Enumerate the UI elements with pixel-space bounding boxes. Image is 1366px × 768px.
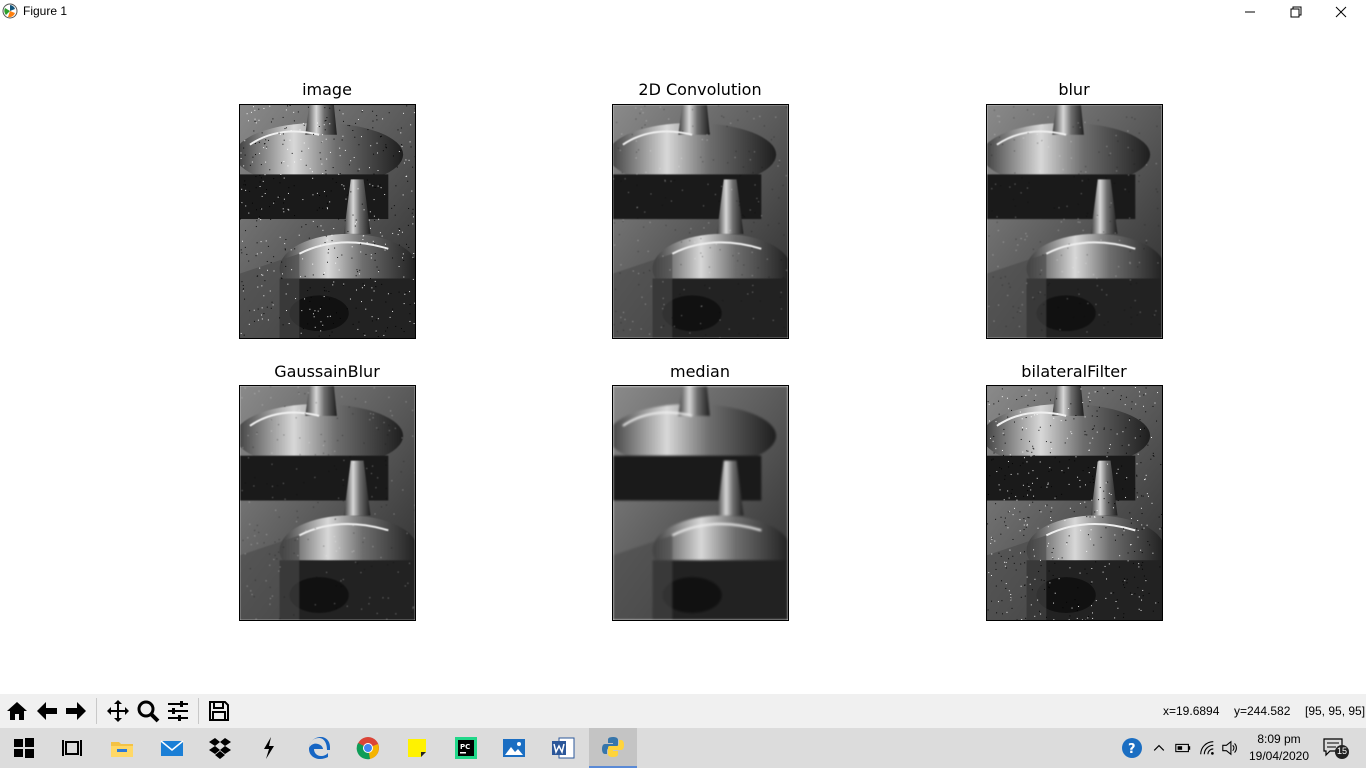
taskbar-edge[interactable] [295, 728, 343, 768]
close-button[interactable] [1318, 0, 1364, 24]
svg-text:PC: PC [460, 743, 470, 751]
taskbar-file-explorer[interactable] [98, 728, 146, 768]
task-view-icon [62, 740, 82, 756]
restore-button[interactable] [1273, 0, 1319, 24]
navigation-toolbar: x=19.6894 y=244.582 [95, 95, 95] [0, 694, 1366, 728]
image-panel [240, 105, 415, 338]
forward-button[interactable] [62, 697, 90, 725]
image-panel [613, 386, 788, 620]
task-view-button[interactable] [48, 728, 96, 768]
window-title-bar: Figure 1 [0, 0, 1366, 24]
axes-median[interactable] [612, 385, 789, 621]
configure-subplots-button[interactable] [164, 697, 192, 725]
chrome-icon [356, 737, 379, 760]
taskbar-mail[interactable] [148, 728, 196, 768]
notification-count-badge: 15 [1336, 746, 1347, 756]
taskbar-chrome[interactable] [344, 728, 392, 768]
windows-taskbar: PC ? 8:09 pm 19/04/2020 15 [0, 728, 1366, 768]
speaker-icon [1222, 740, 1237, 756]
cursor-y-coordinate: y=244.582 [1234, 704, 1291, 718]
taskbar-pycharm[interactable]: PC [442, 728, 490, 768]
image-panel [613, 105, 788, 338]
configure-subplots-icon [168, 701, 188, 721]
edge-icon [309, 737, 330, 759]
save-button[interactable] [205, 697, 233, 725]
pan-icon [107, 700, 129, 722]
sticky-notes-icon [408, 739, 426, 757]
battery-tray-button[interactable] [1173, 738, 1193, 758]
photos-icon [503, 739, 525, 757]
zoom-button[interactable] [134, 697, 162, 725]
subplot-title-gaussainblur: GaussainBlur [274, 362, 380, 381]
subplot-title-image: image [302, 80, 352, 99]
back-button[interactable] [33, 697, 61, 725]
start-icon [14, 738, 34, 758]
start-button[interactable] [0, 728, 48, 768]
subplot-title-bilateralfilter: bilateralFilter [1021, 362, 1127, 381]
image-panel [240, 386, 415, 620]
help-icon: ? [1122, 738, 1142, 758]
cursor-x-coordinate: x=19.6894 [1163, 704, 1220, 718]
word-icon [552, 737, 575, 759]
subplot-title-blur: blur [1058, 80, 1090, 99]
taskbar-dropbox[interactable] [196, 728, 244, 768]
taskbar-python-figure[interactable] [589, 728, 637, 768]
taskbar-clock[interactable]: 8:09 pm 19/04/2020 [1244, 731, 1314, 765]
minimize-button[interactable] [1227, 0, 1273, 24]
home-button[interactable] [3, 697, 31, 725]
battery-icon [1175, 743, 1191, 753]
axes-gaussainblur[interactable] [239, 385, 416, 621]
clock-time: 8:09 pm [1257, 732, 1301, 746]
pan-button[interactable] [104, 697, 132, 725]
svg-text:?: ? [1128, 742, 1136, 757]
dropbox-icon [209, 738, 231, 759]
forward-icon [66, 702, 86, 720]
figure-canvas[interactable]: image 2D Convolution blur GaussainBlur m… [0, 24, 1366, 694]
axes-bilateralfilter[interactable] [986, 385, 1163, 621]
show-hidden-icons-button[interactable] [1149, 738, 1169, 758]
image-panel [987, 105, 1162, 338]
taskbar-sticky-notes[interactable] [393, 728, 441, 768]
toolbar-separator [198, 698, 199, 724]
save-icon [209, 701, 229, 721]
clock-date: 19/04/2020 [1248, 749, 1310, 763]
axes-2d-convolution[interactable] [612, 104, 789, 339]
zoom-icon [137, 700, 160, 723]
wifi-icon [1200, 741, 1214, 755]
mail-icon [160, 740, 184, 756]
pycharm-icon: PC [455, 737, 477, 759]
subplot-title-median: median [670, 362, 730, 381]
taskbar-photos[interactable] [490, 728, 538, 768]
subplot-title-2d-convolution: 2D Convolution [638, 80, 762, 99]
window-title: Figure 1 [23, 4, 68, 18]
toolbar-separator [96, 698, 97, 724]
code-editor-icon [264, 737, 274, 759]
chevron-up-icon [1153, 744, 1165, 751]
taskbar-word[interactable] [539, 728, 587, 768]
help-tray-button[interactable]: ? [1121, 737, 1143, 759]
network-tray-button[interactable] [1197, 738, 1217, 758]
pixel-value-readout: [95, 95, 95] [1305, 704, 1366, 718]
matplotlib-logo-icon [2, 3, 18, 19]
back-icon [37, 702, 57, 720]
volume-tray-button[interactable] [1220, 738, 1240, 758]
action-center-button[interactable]: 15 [1322, 736, 1352, 760]
file-explorer-icon [111, 742, 133, 757]
python-icon [602, 737, 624, 757]
taskbar-code-editor[interactable] [245, 728, 293, 768]
axes-image[interactable] [239, 104, 416, 339]
axes-blur[interactable] [986, 104, 1163, 339]
home-icon [7, 702, 27, 720]
image-panel [987, 386, 1162, 620]
